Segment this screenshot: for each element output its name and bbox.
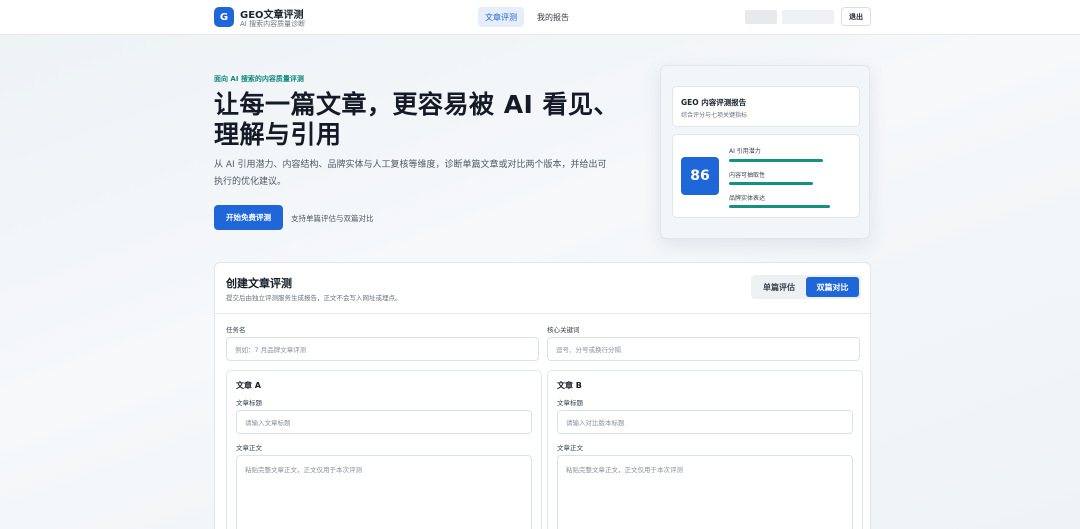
report-preview-card: GEO 内容评测报告 综合评分与七项关键指标 86 AI 引用潜力 内容可抽取性… (660, 65, 870, 239)
article-b-heading: 文章 B (557, 381, 582, 390)
mode-switch: 单篇评估 双篇对比 (751, 275, 861, 299)
report-preview-subtitle: 综合评分与七项关键指标 (681, 112, 748, 119)
task-name-label: 任务名 (226, 326, 246, 334)
mode-single-button[interactable]: 单篇评估 (753, 277, 805, 297)
metric-bar-brand-entity (729, 205, 830, 208)
top-navbar: G GEO文章评测 AI 搜索内容质量诊断 文章评测 我的报告 退出 (0, 0, 1080, 35)
user-name-blurred (782, 10, 834, 24)
keywords-input[interactable]: 逗号、分号或换行分隔 (547, 337, 860, 361)
start-free-evaluation-button[interactable]: 开始免费评测 (214, 205, 283, 230)
form-title: 创建文章评测 (226, 277, 292, 290)
report-preview-header: GEO 内容评测报告 综合评分与七项关键指标 (672, 86, 860, 127)
task-name-input[interactable]: 例如：7 月品牌文章评测 (226, 337, 539, 361)
logo-icon: G (214, 7, 234, 27)
user-avatar-blurred (745, 10, 777, 24)
report-preview-body: 86 AI 引用潜力 内容可抽取性 品牌实体表达 (672, 134, 860, 218)
nav-tab-my-reports[interactable]: 我的报告 (530, 7, 576, 27)
article-a-body-label: 文章正文 (236, 444, 262, 452)
article-b-panel: 文章 B 文章标题 请输入对比版本标题 文章正文 粘贴完整文章正文，正文仅用于本… (547, 370, 863, 529)
overall-score-badge: 86 (681, 157, 719, 195)
article-b-body-label: 文章正文 (557, 444, 583, 452)
metric-label-ai-citation: AI 引用潜力 (729, 148, 761, 155)
article-a-heading: 文章 A (236, 381, 261, 390)
create-evaluation-card: 创建文章评测 提交后由独立评测服务生成报告，正文不会写入网址或埋点。 单篇评估 … (214, 262, 871, 529)
metric-label-extractability: 内容可抽取性 (729, 172, 766, 179)
article-b-title-label: 文章标题 (557, 399, 583, 407)
nav-tab-article-evaluation[interactable]: 文章评测 (478, 7, 524, 27)
cta-note: 支持单篇评估与双篇对比 (291, 214, 374, 223)
hero-description: 从 AI 引用潜力、内容结构、品牌实体与人工复核等维度，诊断单篇文章或对比两个版… (214, 160, 607, 187)
keywords-label: 核心关键词 (547, 326, 580, 334)
metric-bar-ai-citation (729, 159, 823, 162)
brand-subtitle: AI 搜索内容质量诊断 (240, 20, 306, 28)
article-b-body-textarea[interactable]: 粘贴完整文章正文，正文仅用于本次评测 (557, 455, 853, 529)
logout-button[interactable]: 退出 (841, 7, 871, 26)
form-divider (215, 313, 870, 314)
article-a-title-input[interactable]: 请输入文章标题 (236, 410, 532, 434)
article-a-title-label: 文章标题 (236, 399, 262, 407)
form-subtitle: 提交后由独立评测服务生成报告，正文不会写入网址或埋点。 (226, 294, 402, 302)
hero-title: 让每一篇文章，更容易被 AI 看见、理解与引用 (214, 90, 620, 149)
article-b-title-input[interactable]: 请输入对比版本标题 (557, 410, 853, 434)
article-a-panel: 文章 A 文章标题 请输入文章标题 文章正文 粘贴完整文章正文，正文仅用于本次评… (226, 370, 542, 529)
metric-bar-extractability (729, 182, 813, 185)
article-a-body-textarea[interactable]: 粘贴完整文章正文，正文仅用于本次评测 (236, 455, 532, 529)
report-preview-title: GEO 内容评测报告 (681, 98, 747, 107)
mode-compare-button[interactable]: 双篇对比 (806, 277, 859, 297)
hero-eyebrow: 面向 AI 搜索的内容质量评测 (214, 75, 304, 83)
metric-label-brand-entity: 品牌实体表达 (729, 195, 766, 202)
